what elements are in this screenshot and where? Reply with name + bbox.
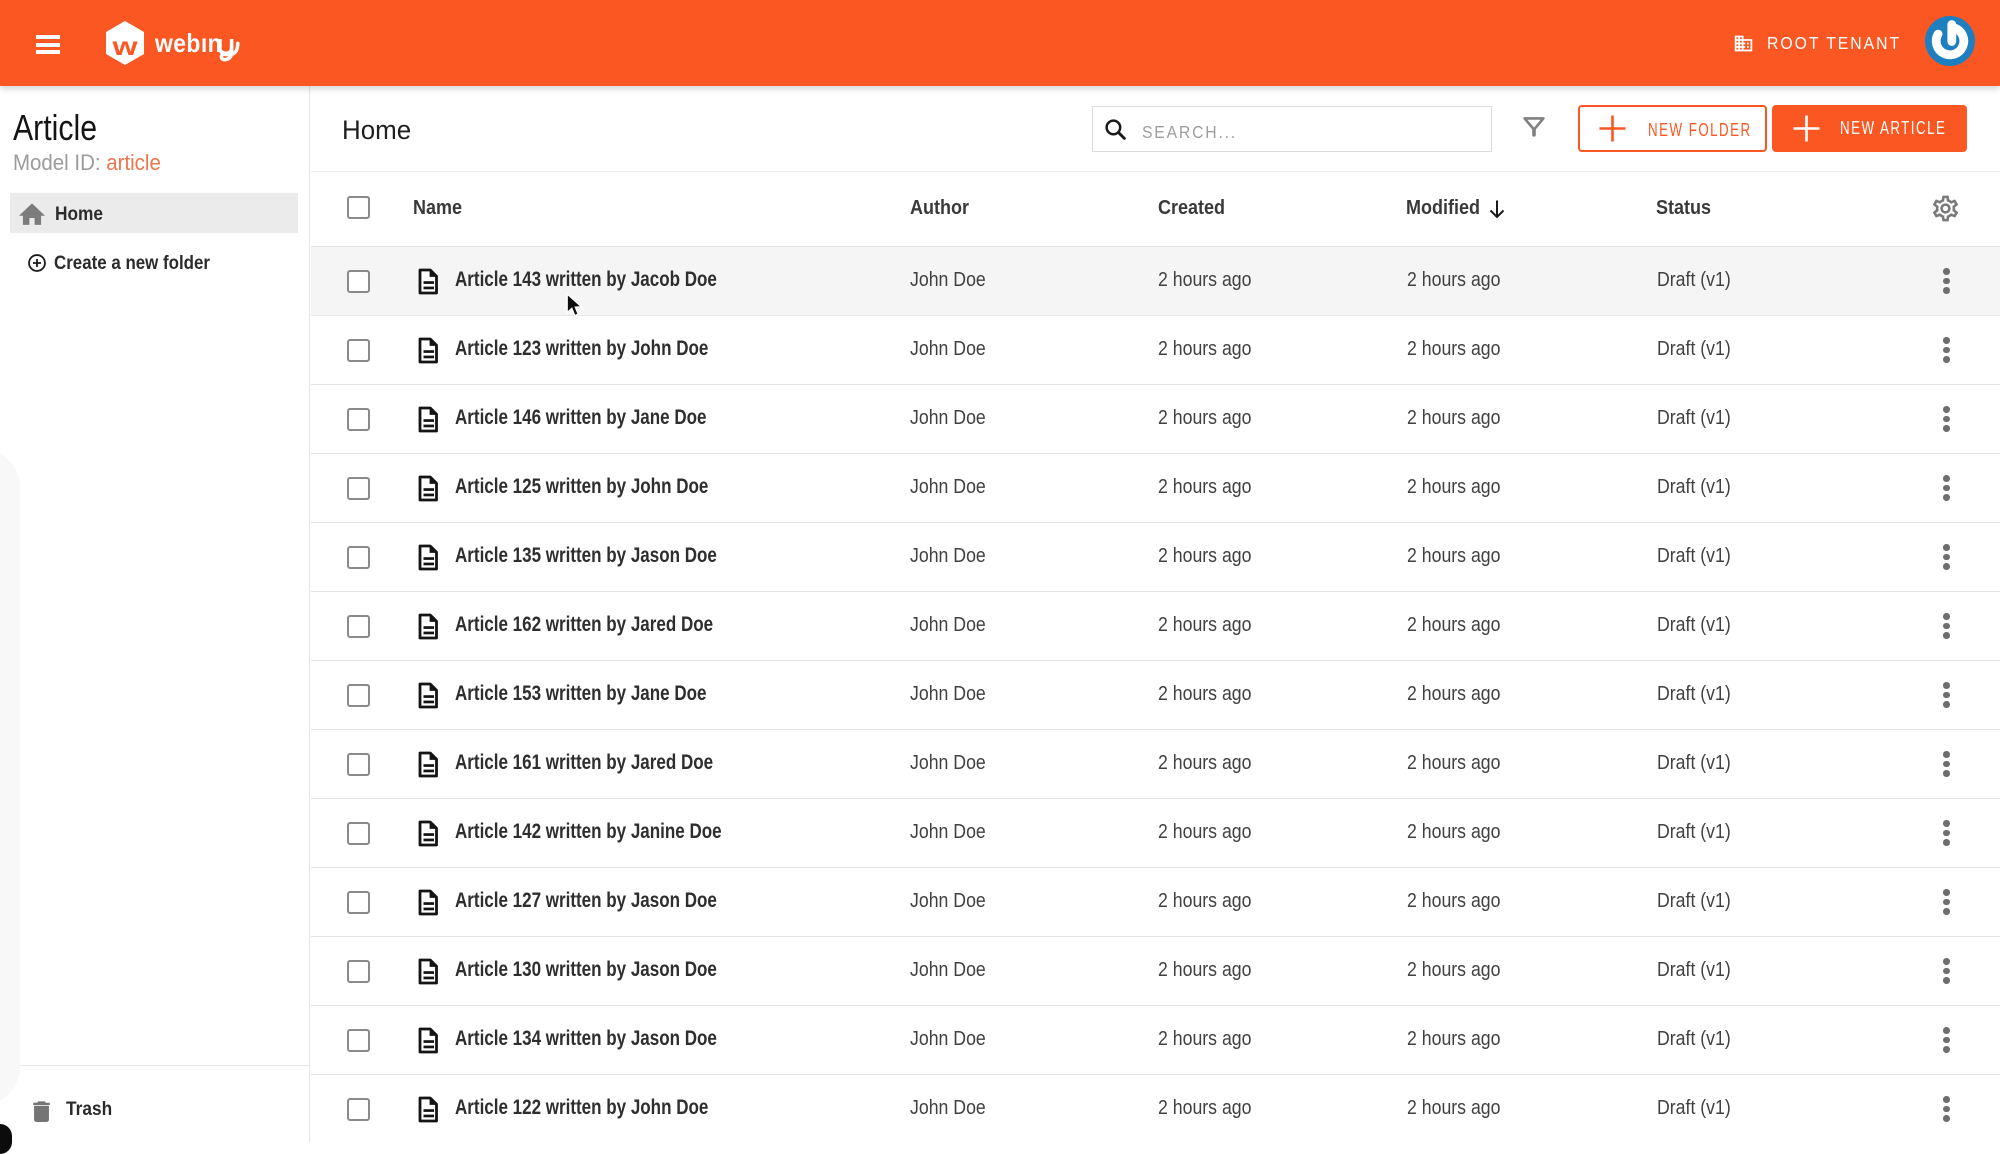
svg-text:w: w [111, 33, 138, 61]
